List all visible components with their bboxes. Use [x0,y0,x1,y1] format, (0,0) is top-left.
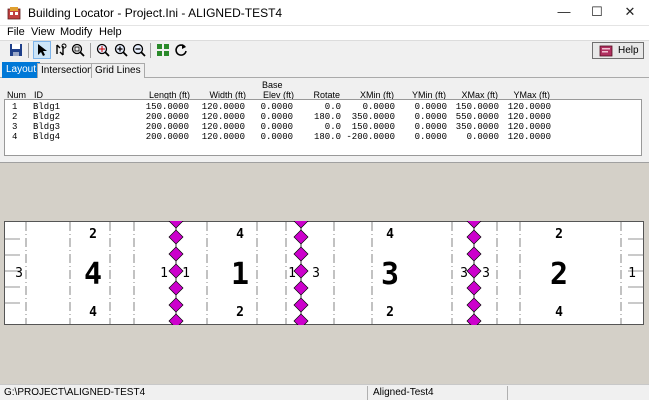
cell-id: Bldg2 [33,112,61,122]
layout-table[interactable]: 1 Bldg1 150.0000 120.0000 0.0000 0.0 0.0000 0.0… [4,99,642,156]
window-title: Building Locator - Project.Ini - ALIGNED… [28,6,283,20]
drawing-canvas[interactable]: 2 4 4 3 1 4 1 2 1 3 4 3 2 1 3 2 2 4 3 1 [0,162,649,384]
status-path: G:\PROJECT\ALIGNED-TEST4 [4,387,146,398]
table-row[interactable]: 1 Bldg1 150.0000 120.0000 0.0000 0.0 0.0000 0.0… [5,102,641,112]
zoom-window-icon[interactable] [70,42,86,58]
cell-num: 4 [12,132,18,142]
pointer-icon[interactable] [33,41,51,59]
building-layout-plot[interactable]: 2 4 4 3 1 4 1 2 1 3 4 3 2 1 3 2 2 4 3 1 [4,221,644,325]
building-left-label: 1 [288,266,296,281]
cell-length: 200.0000 [145,122,189,132]
building-right-label: 1 [628,266,636,281]
cell-num: 2 [12,112,18,122]
building-bottom-label: 2 [386,305,394,320]
table-row[interactable]: 2 Bldg2 200.0000 120.0000 0.0000 180.0 350.000… [5,112,641,122]
building-bottom-label: 4 [89,305,97,320]
toolbar-separator [28,43,29,58]
toolbar-separator [90,43,91,58]
refresh-icon[interactable] [173,42,189,58]
building-bottom-label: 4 [555,305,563,320]
status-divider [507,386,508,400]
building-label: 4 [84,257,102,292]
cell-id: Bldg1 [33,102,61,112]
building-left-label: 3 [15,266,23,281]
close-button[interactable]: ✕ [613,0,647,26]
maximize-button[interactable]: ☐ [580,0,614,26]
building-top-label: 4 [236,227,244,242]
title-bar: Building Locator - Project.Ini - ALIGNED… [0,0,649,26]
table-row[interactable]: 4 Bldg4 200.0000 120.0000 0.0000 180.0 -200.00… [5,132,641,142]
cell-num: 1 [12,102,18,112]
cell-num: 3 [12,122,18,132]
grid-icon[interactable] [155,42,171,58]
cell-length: 200.0000 [145,132,189,142]
col-header-base: Base [262,80,283,90]
menu-file[interactable]: File [7,26,25,39]
tab-grid-lines[interactable]: Grid Lines [91,63,145,78]
cell-length: 200.0000 [145,112,189,122]
help-button[interactable]: Help [592,42,644,59]
tab-strip: Layout Intersections Grid Lines [0,62,649,78]
cell-rotate: 0.0 [324,102,341,112]
menu-bar: File View Modify Help [0,26,649,40]
cell-rotate: 180.0 [313,112,341,122]
app-icon [7,7,21,20]
status-bar: G:\PROJECT\ALIGNED-TEST4 Aligned-Test4 [0,384,649,400]
building-left-label: 1 [160,266,168,281]
table-row[interactable]: 3 Bldg3 200.0000 120.0000 0.0000 0.0 150.0000 0… [5,122,641,132]
help-book-icon [599,45,613,57]
building-bottom-label: 2 [236,305,244,320]
building-right-label: 3 [482,266,490,281]
save-icon[interactable] [8,42,24,58]
cell-ymax: 120.0000 [507,112,551,122]
help-button-label: Help [618,45,639,56]
menu-modify[interactable]: Modify [60,26,92,39]
menu-view[interactable]: View [31,26,55,39]
building-top-label: 4 [386,227,394,242]
tab-layout[interactable]: Layout [2,62,41,78]
building-label: 1 [231,257,249,292]
pan-icon[interactable] [52,42,68,58]
zoom-out-icon[interactable] [131,42,147,58]
zoom-in-icon[interactable] [113,42,129,58]
cell-length: 150.0000 [145,102,189,112]
building-right-label: 1 [182,266,190,281]
toolbar: Help [0,40,649,60]
layout-table-panel: Num ID Length (ft) Width (ft) Base Elev … [0,78,649,160]
toolbar-separator [150,43,151,58]
building-top-label: 2 [89,227,97,242]
cell-id: Bldg4 [33,132,61,142]
zoom-extents-icon[interactable] [95,42,111,58]
status-project-name: Aligned-Test4 [373,387,434,398]
building-left-label: 3 [460,266,468,281]
building-top-label: 2 [555,227,563,242]
building-label: 2 [550,257,568,292]
cell-id: Bldg3 [33,122,61,132]
cell-rotate: 180.0 [313,132,341,142]
cell-ymax: 120.0000 [507,102,551,112]
cell-ymax: 120.0000 [507,132,551,142]
building-right-label: 3 [312,266,320,281]
minimize-button[interactable]: — [547,0,581,26]
building-label: 3 [381,257,399,292]
cell-rotate: 0.0 [324,122,341,132]
status-divider [367,386,368,400]
menu-help[interactable]: Help [99,26,122,39]
cell-ymax: 120.0000 [507,122,551,132]
